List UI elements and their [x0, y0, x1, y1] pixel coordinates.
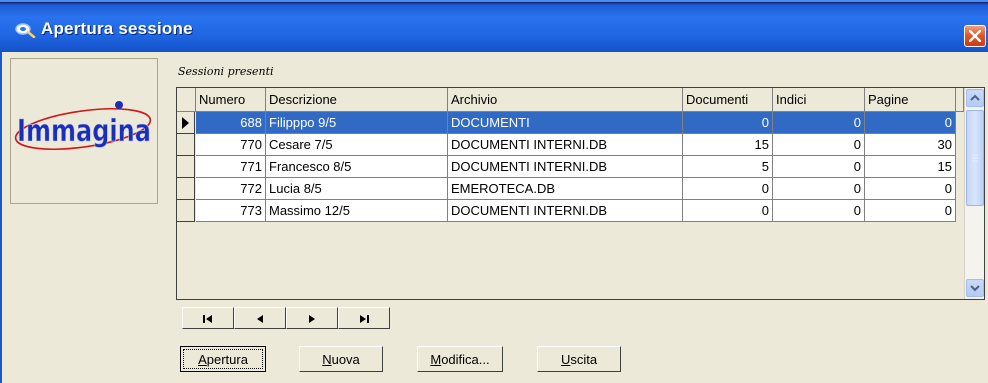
apertura-button[interactable]: Apertura: [180, 346, 266, 372]
cell-descrizione[interactable]: Francesco 8/5: [266, 156, 448, 178]
header-corner: [177, 88, 196, 112]
cell-documenti[interactable]: 0: [683, 200, 773, 222]
uscita-button[interactable]: Uscita: [537, 346, 621, 372]
column-header-archivio[interactable]: Archivio: [448, 88, 683, 112]
cell-archivio[interactable]: DOCUMENTI: [448, 112, 683, 134]
prior-icon: [257, 315, 263, 323]
cell-indici[interactable]: 0: [773, 112, 865, 134]
chevron-down-icon: [970, 285, 980, 292]
close-icon: [969, 30, 981, 42]
scroll-up-button[interactable]: [966, 89, 984, 107]
cell-documenti[interactable]: 5: [683, 156, 773, 178]
cell-descrizione[interactable]: Cesare 7/5: [266, 134, 448, 156]
logo-panel: Immagina: [10, 58, 158, 204]
row-indicator[interactable]: [177, 134, 195, 156]
cell-indici[interactable]: 0: [773, 156, 865, 178]
first-icon: [203, 315, 212, 323]
vertical-scrollbar[interactable]: [964, 88, 984, 299]
grip-icon: [972, 154, 978, 162]
access-key: A: [198, 352, 207, 367]
cell-indici[interactable]: 0: [773, 178, 865, 200]
cell-pagine[interactable]: 15: [865, 156, 956, 178]
grid-caption: Sessioni presenti: [178, 65, 274, 78]
cell-pagine[interactable]: 30: [865, 134, 956, 156]
cell-pagine[interactable]: 0: [865, 112, 956, 134]
button-label: odifica...: [441, 352, 490, 367]
app-icon: [15, 23, 36, 38]
cell-documenti[interactable]: 15: [683, 134, 773, 156]
cell-pagine[interactable]: 0: [865, 200, 956, 222]
access-key: M: [430, 352, 442, 367]
grid-empty-area: [177, 228, 964, 299]
scroll-down-button[interactable]: [966, 279, 984, 297]
access-key: N: [322, 352, 332, 367]
dialog-body: Immagina Sessioni presenti Numero Descri…: [0, 52, 988, 383]
cell-numero[interactable]: 772: [196, 178, 266, 200]
next-icon: [309, 315, 315, 323]
access-key: U: [560, 352, 571, 367]
button-label: pertura: [206, 352, 248, 367]
cell-numero[interactable]: 770: [196, 134, 266, 156]
header-filler: [956, 88, 964, 112]
prior-record-button[interactable]: [234, 307, 286, 329]
column-header-pagine[interactable]: Pagine: [865, 88, 956, 112]
column-header-documenti[interactable]: Documenti: [683, 88, 773, 112]
last-icon: [360, 315, 369, 323]
cell-pagine[interactable]: 0: [865, 178, 956, 200]
sessions-grid[interactable]: Numero Descrizione Archivio Documenti In…: [176, 87, 985, 300]
cell-archivio[interactable]: DOCUMENTI INTERNI.DB: [448, 156, 683, 178]
scroll-thumb[interactable]: [966, 110, 984, 206]
chevron-up-icon: [970, 94, 980, 101]
button-label: scita: [570, 352, 598, 367]
cell-archivio[interactable]: DOCUMENTI INTERNI.DB: [448, 200, 683, 222]
nuova-button[interactable]: Nuova: [299, 346, 383, 372]
cell-archivio[interactable]: DOCUMENTI INTERNI.DB: [448, 134, 683, 156]
cell-numero[interactable]: 688: [196, 112, 266, 134]
cell-documenti[interactable]: 0: [683, 112, 773, 134]
cell-descrizione[interactable]: Lucia 8/5: [266, 178, 448, 200]
modifica-button[interactable]: Modifica...: [417, 346, 503, 372]
record-navigator: [182, 307, 390, 329]
title-bar[interactable]: Apertura sessione: [0, 0, 988, 52]
last-record-button[interactable]: [338, 307, 390, 329]
cell-numero[interactable]: 771: [196, 156, 266, 178]
row-indicator[interactable]: [177, 112, 195, 134]
svg-text:Immagina: Immagina: [17, 114, 151, 149]
button-label: uova: [331, 352, 360, 367]
row-indicator[interactable]: [177, 200, 195, 222]
row-indicator[interactable]: [177, 156, 195, 178]
cell-indici[interactable]: 0: [773, 200, 865, 222]
cell-numero[interactable]: 773: [196, 200, 266, 222]
first-record-button[interactable]: [182, 307, 234, 329]
cell-archivio[interactable]: EMEROTECA.DB: [448, 178, 683, 200]
next-record-button[interactable]: [286, 307, 338, 329]
immagina-logo: Immagina: [14, 101, 151, 150]
column-header-descrizione[interactable]: Descrizione: [266, 88, 448, 112]
column-header-indici[interactable]: Indici: [773, 88, 865, 112]
row-indicator[interactable]: [177, 178, 195, 200]
column-header-numero[interactable]: Numero: [196, 88, 266, 112]
window-title: Apertura sessione: [41, 19, 193, 38]
cell-documenti[interactable]: 0: [683, 178, 773, 200]
current-row-arrow-icon: [182, 117, 189, 129]
close-button[interactable]: [964, 25, 986, 47]
cell-descrizione[interactable]: Filipppo 9/5: [266, 112, 448, 134]
cell-descrizione[interactable]: Massimo 12/5: [266, 200, 448, 222]
cell-indici[interactable]: 0: [773, 134, 865, 156]
